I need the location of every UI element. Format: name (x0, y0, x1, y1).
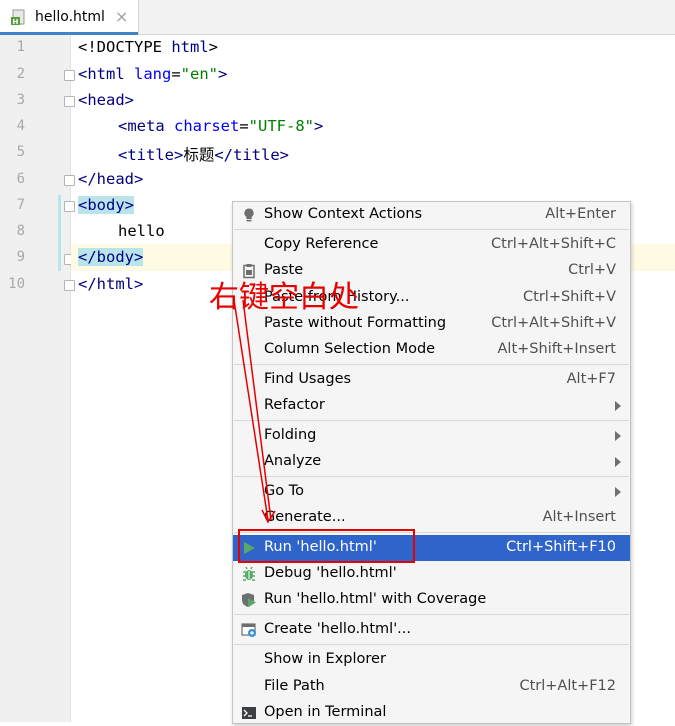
annotation-text: 右键空白处 (209, 280, 359, 315)
annotation-arrows (233, 299, 276, 524)
annotation-highlight-box (238, 529, 415, 563)
